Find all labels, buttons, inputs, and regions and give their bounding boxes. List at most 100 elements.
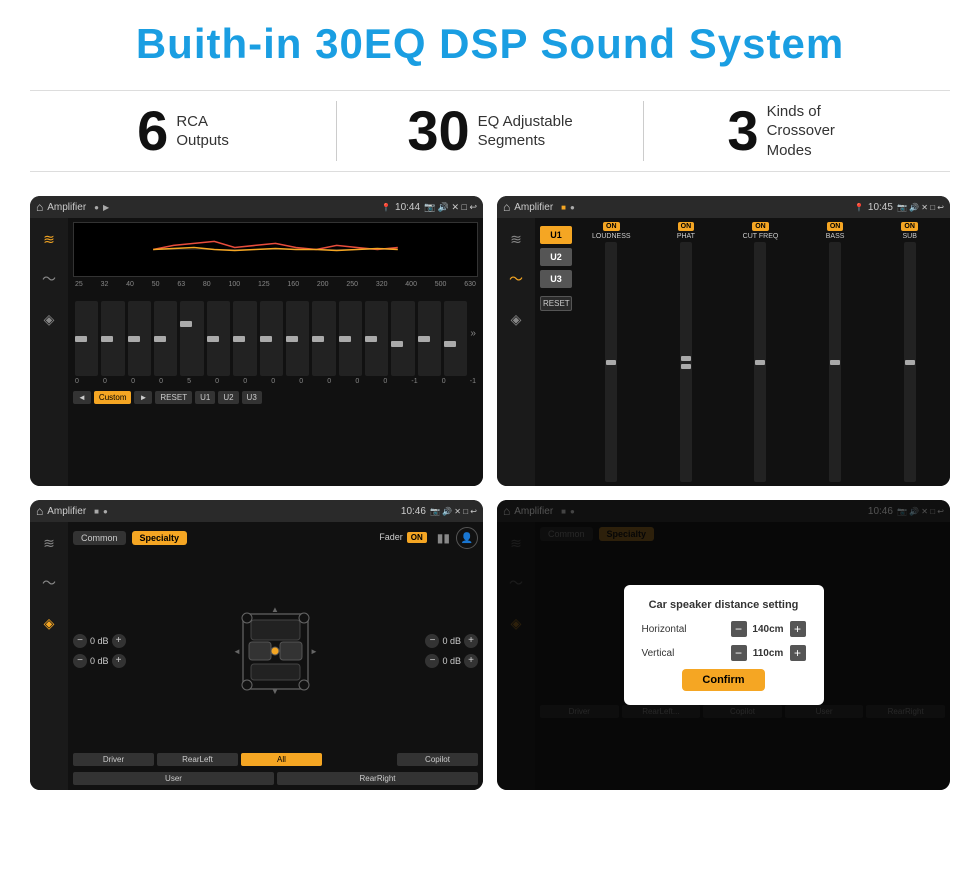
right-db-controls: − 0 dB + − 0 dB + bbox=[425, 634, 478, 668]
eq-slider-5[interactable] bbox=[180, 301, 203, 376]
eq-slider-8[interactable] bbox=[260, 301, 283, 376]
left-db1-plus[interactable]: + bbox=[112, 634, 126, 648]
sidebar-eq-icon[interactable]: ≋ bbox=[36, 226, 62, 252]
loudness-on-badge[interactable]: ON bbox=[603, 222, 620, 231]
dsp-screen-card: ⌂ Amplifier ■ ● 📍 10:45 📷 🔊 ✕ □ ↩ ≋ 〜 ◈ … bbox=[497, 196, 950, 486]
eq-slider-12[interactable] bbox=[365, 301, 388, 376]
stat-text-eq: EQ AdjustableSegments bbox=[478, 112, 573, 151]
left-db1-minus[interactable]: − bbox=[73, 634, 87, 648]
fader-left-sidebar: ≋ 〜 ◈ bbox=[30, 522, 68, 790]
bass-slider[interactable] bbox=[829, 242, 841, 482]
eq-slider-10[interactable] bbox=[312, 301, 335, 376]
copilot-btn[interactable]: Copilot bbox=[397, 753, 478, 766]
cutfreq-slider[interactable] bbox=[754, 242, 766, 482]
sidebar-speaker-icon[interactable]: ◈ bbox=[36, 306, 62, 332]
eq-slider-7[interactable] bbox=[233, 301, 256, 376]
vertical-label: Vertical bbox=[642, 648, 675, 659]
bass-label: BASS bbox=[826, 233, 845, 240]
confirm-button[interactable]: Confirm bbox=[682, 669, 764, 691]
eq-sliders-container: » bbox=[73, 291, 478, 376]
fader-on-toggle[interactable]: ON bbox=[407, 532, 427, 543]
common-tab[interactable]: Common bbox=[73, 531, 126, 545]
eq-slider-3[interactable] bbox=[128, 301, 151, 376]
dsp-sidebar-speaker-icon[interactable]: ◈ bbox=[503, 306, 529, 332]
stats-row: 6 RCAOutputs 30 EQ AdjustableSegments 3 … bbox=[30, 90, 950, 172]
dsp-preset-u3[interactable]: U3 bbox=[540, 270, 572, 288]
custom-mode-btn[interactable]: Custom bbox=[94, 391, 132, 404]
eq-slider-6[interactable] bbox=[207, 301, 230, 376]
specialty-tab[interactable]: Specialty bbox=[132, 531, 188, 545]
dsp-sliders: ON LOUDNESS ON PHAT bbox=[576, 222, 945, 482]
stat-number-crossover: 3 bbox=[727, 103, 758, 159]
phat-label: PHAT bbox=[677, 233, 695, 240]
eq-slider-1[interactable] bbox=[75, 301, 98, 376]
fader-status-bar: ⌂ Amplifier ■ ● 10:46 📷 🔊 ✕ □ ↩ bbox=[30, 500, 483, 522]
left-db-controls: − 0 dB + − 0 dB + bbox=[73, 634, 126, 668]
svg-text:►: ► bbox=[310, 647, 318, 656]
u3-btn[interactable]: U3 bbox=[242, 391, 262, 404]
dsp-sidebar-wave-icon[interactable]: 〜 bbox=[503, 266, 529, 292]
eq-slider-13[interactable] bbox=[391, 301, 414, 376]
fader-sq-icon: ■ bbox=[94, 507, 99, 516]
dsp-preset-u2[interactable]: U2 bbox=[540, 248, 572, 266]
sub-on-badge[interactable]: ON bbox=[901, 222, 918, 231]
right-db1-minus[interactable]: − bbox=[425, 634, 439, 648]
right-db1-plus[interactable]: + bbox=[464, 634, 478, 648]
u2-btn[interactable]: U2 bbox=[218, 391, 238, 404]
eq-main-area: 253240506380100125160200250320400500630 bbox=[68, 218, 483, 486]
left-db1-val: 0 dB bbox=[90, 636, 109, 646]
eq-dot1: ● bbox=[94, 203, 99, 212]
sidebar-wave-icon[interactable]: 〜 bbox=[36, 266, 62, 292]
dsp-sidebar-eq-icon[interactable]: ≋ bbox=[503, 226, 529, 252]
fader-status-icons: 📷 🔊 ✕ □ ↩ bbox=[430, 507, 477, 516]
vertical-plus-btn[interactable]: + bbox=[790, 645, 806, 661]
eq-app-name: Amplifier bbox=[47, 202, 86, 213]
eq-slider-4[interactable] bbox=[154, 301, 177, 376]
fader-sidebar-wave[interactable]: 〜 bbox=[36, 570, 62, 596]
rearleft-btn[interactable]: RearLeft bbox=[157, 753, 238, 766]
eq-slider-14[interactable] bbox=[418, 301, 441, 376]
left-db2-minus[interactable]: − bbox=[73, 654, 87, 668]
right-db2-minus[interactable]: − bbox=[425, 654, 439, 668]
dsp-dots: ■ bbox=[561, 203, 566, 212]
loudness-slider[interactable] bbox=[605, 242, 617, 482]
eq-screen-content: ≋ 〜 ◈ 2532405063801001251602002503204005… bbox=[30, 218, 483, 486]
stat-eq: 30 EQ AdjustableSegments bbox=[337, 103, 643, 159]
horizontal-minus-btn[interactable]: − bbox=[731, 621, 747, 637]
dsp-reset-btn[interactable]: RESET bbox=[540, 296, 572, 311]
all-btn[interactable]: All bbox=[241, 753, 322, 766]
driver-btn[interactable]: Driver bbox=[73, 753, 154, 766]
eq-slider-2[interactable] bbox=[101, 301, 124, 376]
sub-slider[interactable] bbox=[904, 242, 916, 482]
fader-dot: ● bbox=[103, 507, 108, 516]
dsp-sub-channel: ON SUB bbox=[874, 222, 945, 482]
right-db2-plus[interactable]: + bbox=[464, 654, 478, 668]
cutfreq-on-badge[interactable]: ON bbox=[752, 222, 769, 231]
left-db2-plus[interactable]: + bbox=[112, 654, 126, 668]
play-btn[interactable]: ► bbox=[134, 391, 152, 404]
user-btn[interactable]: User bbox=[73, 772, 274, 785]
vertical-minus-btn[interactable]: − bbox=[731, 645, 747, 661]
horizontal-label: Horizontal bbox=[642, 624, 687, 635]
loudness-label: LOUDNESS bbox=[592, 233, 631, 240]
fader-sidebar-eq[interactable]: ≋ bbox=[36, 530, 62, 556]
u1-btn[interactable]: U1 bbox=[195, 391, 215, 404]
dsp-phat-channel: ON PHAT bbox=[651, 222, 722, 482]
prev-mode-btn[interactable]: ◄ bbox=[73, 391, 91, 404]
stat-number-rca: 6 bbox=[137, 103, 168, 159]
left-db-2: − 0 dB + bbox=[73, 654, 126, 668]
horizontal-plus-btn[interactable]: + bbox=[790, 621, 806, 637]
phat-slider[interactable] bbox=[680, 242, 692, 482]
dsp-preset-u1[interactable]: U1 bbox=[540, 226, 572, 244]
phat-on-badge[interactable]: ON bbox=[678, 222, 695, 231]
car-diagram-container: ▲ ▼ ◄ ► bbox=[134, 604, 418, 699]
reset-btn[interactable]: RESET bbox=[155, 391, 192, 404]
eq-slider-9[interactable] bbox=[286, 301, 309, 376]
dsp-cutfreq-channel: ON CUT FREQ bbox=[725, 222, 796, 482]
eq-slider-15[interactable] bbox=[444, 301, 467, 376]
page-title: Buith-in 30EQ DSP Sound System bbox=[30, 20, 950, 68]
bass-on-badge[interactable]: ON bbox=[827, 222, 844, 231]
eq-slider-11[interactable] bbox=[339, 301, 362, 376]
fader-sidebar-speaker[interactable]: ◈ bbox=[36, 610, 62, 636]
rearright-btn[interactable]: RearRight bbox=[277, 772, 478, 785]
